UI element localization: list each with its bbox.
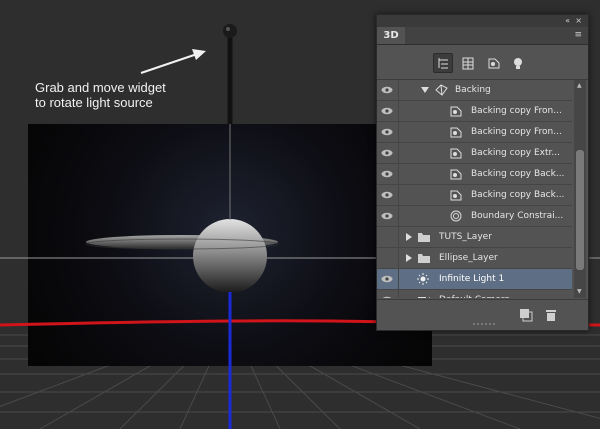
collapse-icon[interactable]: « (565, 15, 570, 27)
visibility-toggle[interactable] (377, 101, 399, 121)
material-icon (450, 169, 462, 180)
scene-filter-button[interactable] (433, 53, 453, 73)
layer-row[interactable]: Backing copy Extr... (377, 143, 572, 164)
eye-icon (381, 191, 393, 199)
visibility-toggle[interactable] (377, 269, 399, 289)
visibility-toggle[interactable] (377, 290, 399, 298)
layer-row[interactable]: Backing copy Fron... (377, 101, 572, 122)
eye-icon (381, 149, 393, 157)
mesh-icon (462, 57, 474, 70)
visibility-toggle[interactable] (377, 227, 399, 247)
layer-row[interactable]: Ellipse_Layer (377, 248, 572, 269)
tab-3d[interactable]: 3D (377, 27, 405, 44)
eye-icon (381, 212, 393, 220)
camera-icon (418, 297, 430, 298)
sun-icon (417, 273, 429, 285)
layer-label: Backing copy Extr... (471, 148, 560, 158)
visibility-toggle[interactable] (377, 143, 399, 163)
annotation-line-1: Grab and move widget (35, 80, 166, 95)
scroll-down-icon[interactable]: ▼ (577, 288, 582, 296)
visibility-toggle[interactable] (377, 122, 399, 142)
material-icon (450, 127, 462, 138)
layer-label: TUTS_Layer (439, 232, 492, 242)
layer-label: Default Camera (439, 290, 510, 298)
panel-menu-icon[interactable]: ≡ (574, 30, 582, 40)
close-icon[interactable]: × (575, 15, 582, 27)
layer-label: Backing copy Fron... (471, 106, 562, 116)
visibility-toggle[interactable] (377, 164, 399, 184)
expand-arrow-icon[interactable] (421, 87, 429, 93)
visibility-toggle[interactable] (377, 248, 399, 268)
layer-label: Ellipse_Layer (439, 253, 498, 263)
layer-label: Boundary Constrai... (471, 211, 564, 221)
eye-icon (381, 128, 393, 136)
material-icon (488, 58, 500, 69)
material-icon (450, 190, 462, 201)
layer-row[interactable]: Default Camera (377, 290, 572, 298)
eye-icon (381, 86, 393, 94)
light-filter-button[interactable] (509, 54, 525, 70)
scene-group-icon (435, 84, 448, 96)
mesh-filter-button[interactable] (459, 54, 475, 70)
eye-icon (382, 296, 392, 298)
layer-label: Backing copy Back... (471, 169, 565, 179)
eye-icon (381, 275, 393, 283)
filter-toolbar (377, 45, 588, 80)
visibility-toggle[interactable] (377, 80, 399, 100)
material-icon (450, 148, 462, 159)
visibility-toggle[interactable] (377, 206, 399, 226)
light-widget-handle[interactable] (223, 24, 237, 38)
arrow-icon (140, 49, 206, 74)
expand-arrow-icon[interactable] (406, 254, 412, 262)
eye-icon (381, 170, 393, 178)
layer-row[interactable]: Backing copy Back... (377, 164, 572, 185)
layer-row[interactable]: Backing copy Fron... (377, 122, 572, 143)
trash-icon[interactable] (545, 308, 557, 322)
annotation-line-2: to rotate light source (35, 95, 153, 110)
expand-arrow-icon[interactable] (406, 233, 412, 241)
layer-row-selected[interactable]: Infinite Light 1 (377, 269, 572, 290)
light-bulb-icon (514, 58, 522, 69)
layer-row[interactable]: TUTS_Layer (377, 227, 572, 248)
panel-titlebar[interactable]: « × (377, 15, 588, 27)
sphere-object (193, 219, 267, 293)
constraint-icon (450, 210, 462, 222)
folder-icon (418, 233, 430, 242)
layer-row[interactable]: Backing copy Back... (377, 185, 572, 206)
layer-row[interactable]: Boundary Constrai... (377, 206, 572, 227)
folder-icon (418, 254, 430, 263)
new-layer-icon[interactable] (519, 308, 533, 322)
scene-tree-icon (438, 58, 448, 69)
layer-list: Backing Backing copy Fron... Backing cop… (377, 80, 572, 298)
layer-scrollbar[interactable]: ▲ ▼ (574, 80, 586, 298)
layer-label: Backing (455, 85, 491, 95)
layer-label: Backing copy Back... (471, 190, 565, 200)
layer-row[interactable]: Backing (377, 80, 572, 101)
layer-label: Backing copy Fron... (471, 127, 562, 137)
layer-label: Infinite Light 1 (439, 274, 505, 284)
scroll-up-icon[interactable]: ▲ (577, 82, 582, 90)
instruction-annotation: Grab and move widget to rotate light sou… (35, 80, 166, 110)
visibility-toggle[interactable] (377, 185, 399, 205)
panel-footer (377, 299, 588, 330)
material-icon (450, 106, 462, 117)
3d-panel: « × 3D ≡ Backing Backing copy Fron... Ba… (376, 14, 589, 331)
material-filter-button[interactable] (485, 54, 501, 70)
scrollbar-thumb[interactable] (576, 150, 584, 270)
resize-grip-icon[interactable] (473, 322, 497, 326)
eye-icon (381, 107, 393, 115)
